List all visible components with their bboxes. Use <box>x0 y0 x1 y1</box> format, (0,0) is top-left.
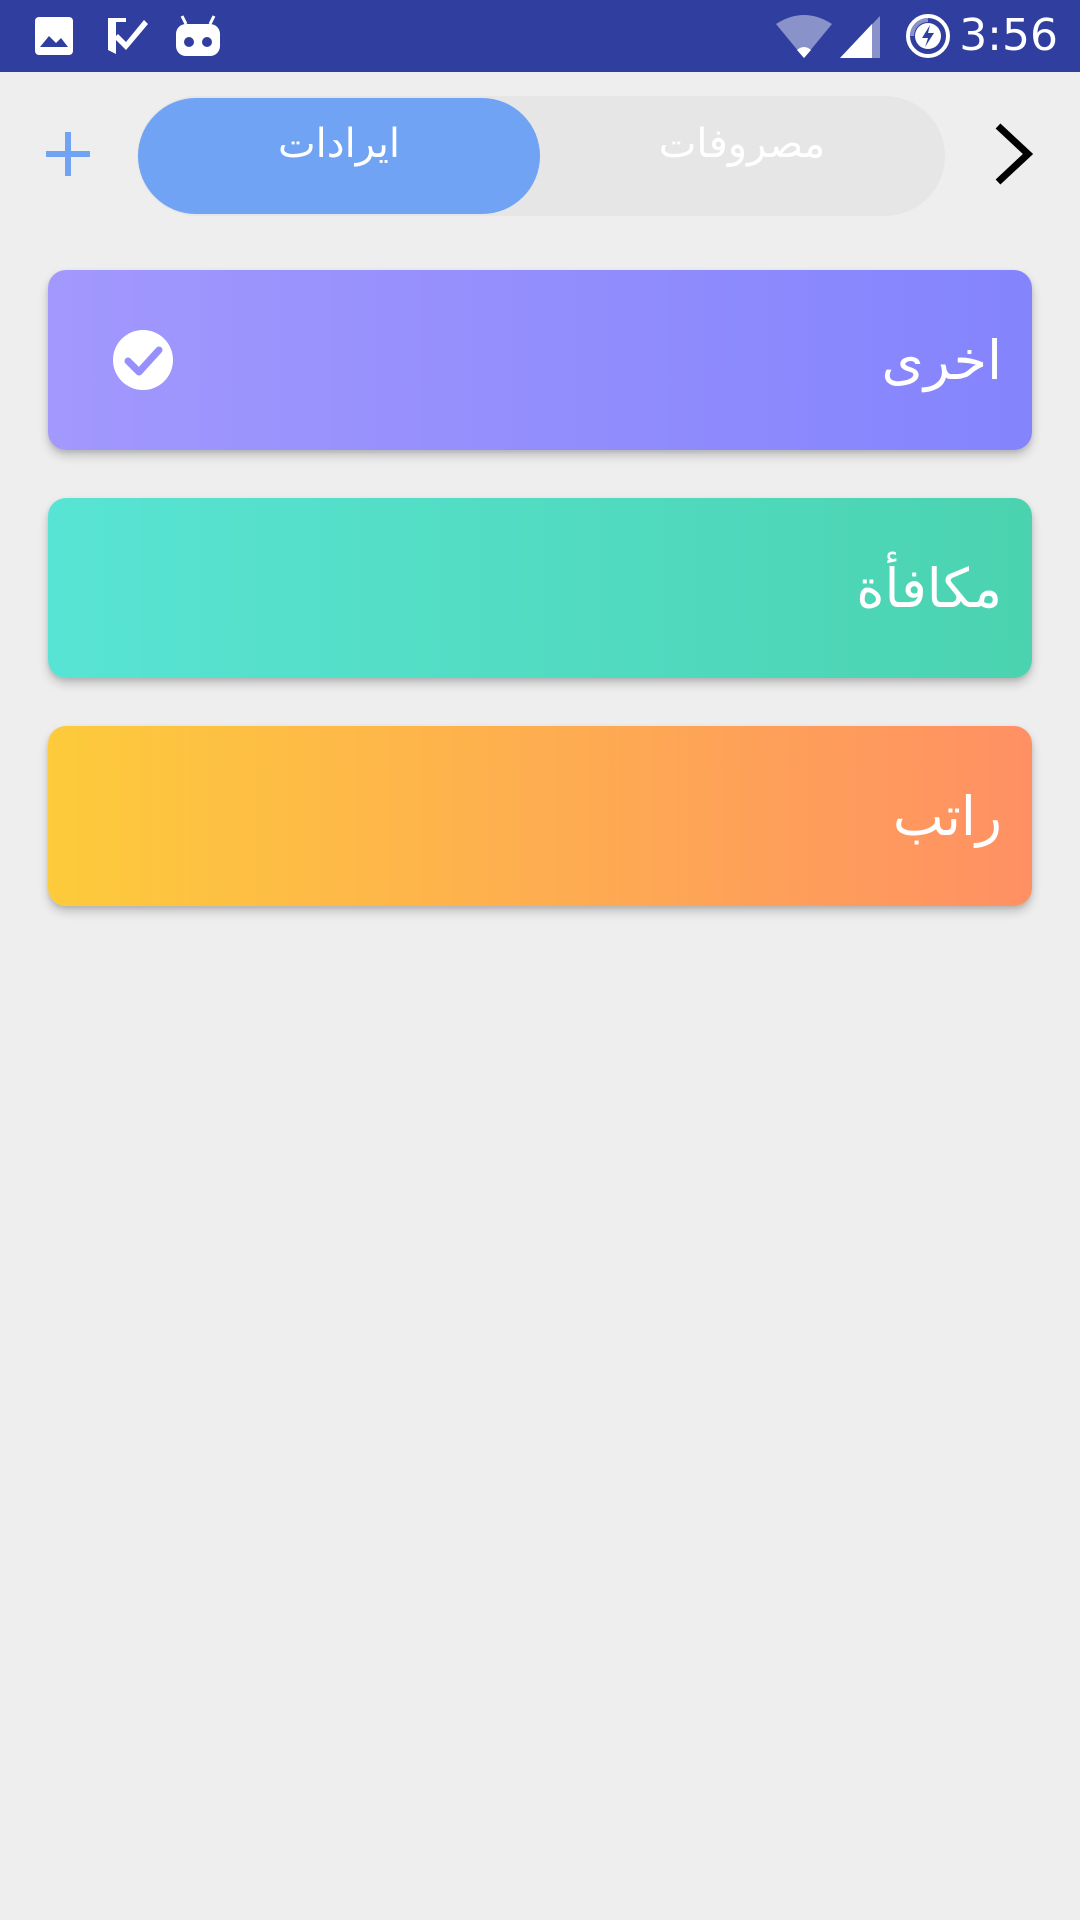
plus-icon <box>46 132 90 176</box>
wifi-icon <box>776 15 832 58</box>
chevron-right-icon <box>995 123 1034 185</box>
next-button[interactable] <box>984 122 1048 186</box>
status-bar: 3:56 <box>0 0 1080 72</box>
battery-charging-icon <box>906 14 950 58</box>
image-icon <box>35 17 73 55</box>
category-label: اخرى <box>881 328 1002 392</box>
top-bar: ایرادات مصروفات <box>0 72 1080 240</box>
category-label: راتب <box>892 784 1002 848</box>
check-circle-icon <box>113 330 173 390</box>
category-card-other[interactable]: اخرى <box>48 270 1032 450</box>
add-button[interactable] <box>36 122 100 186</box>
tab-income[interactable]: ایرادات <box>138 98 540 214</box>
android-icon <box>176 15 220 56</box>
type-toggle: ایرادات مصروفات <box>137 96 945 216</box>
status-time: 3:56 <box>959 10 1058 61</box>
category-label: مكافأة <box>856 556 1002 620</box>
checklist-icon <box>108 18 148 54</box>
tab-expenses[interactable]: مصروفات <box>541 98 943 214</box>
cell-signal-icon <box>840 16 880 58</box>
category-card-bonus[interactable]: مكافأة <box>48 498 1032 678</box>
category-card-salary[interactable]: راتب <box>48 726 1032 906</box>
